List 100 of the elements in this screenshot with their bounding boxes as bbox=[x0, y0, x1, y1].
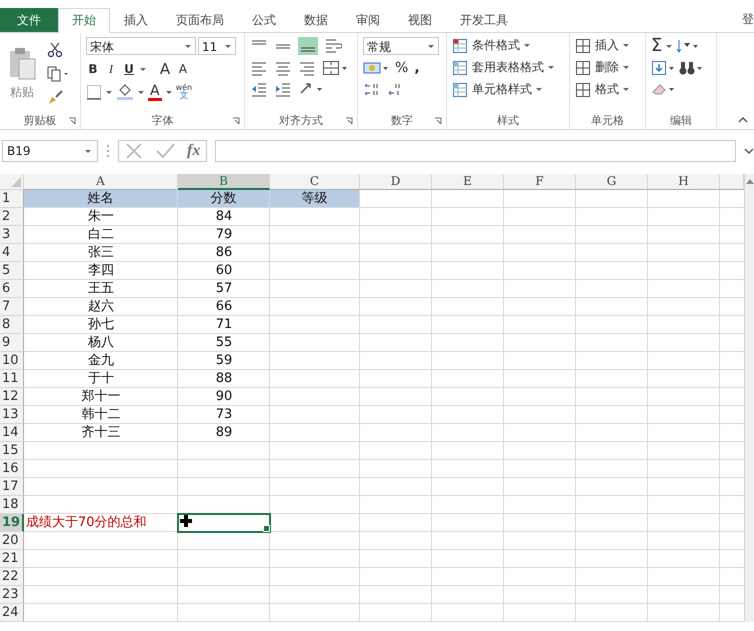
table-cell: 79 bbox=[216, 227, 232, 242]
group-label: 剪贴板 bbox=[24, 112, 56, 128]
formula-input[interactable] bbox=[215, 140, 736, 162]
ribbon-command[interactable]: 条件格式 bbox=[472, 37, 520, 54]
scroll-up-icon[interactable] bbox=[746, 178, 754, 184]
currency-icon[interactable] bbox=[363, 60, 389, 76]
row-header[interactable]: 7 bbox=[0, 298, 24, 316]
row-header[interactable]: 19 bbox=[0, 514, 24, 532]
ribbon-command[interactable]: 格式 bbox=[595, 81, 619, 98]
row-header[interactable]: 23 bbox=[0, 586, 24, 604]
ribbon-command[interactable]: 插入 bbox=[595, 37, 619, 54]
dialog-launcher-icon[interactable] bbox=[345, 117, 353, 125]
checkmark-icon[interactable] bbox=[155, 142, 175, 160]
table-cell: 84 bbox=[216, 209, 232, 224]
row-header[interactable]: 13 bbox=[0, 406, 24, 424]
decrease-font-button[interactable]: A bbox=[176, 62, 190, 76]
font-color-button[interactable]: A bbox=[148, 84, 162, 100]
percent-button[interactable]: % bbox=[395, 60, 408, 76]
font-name-dropdown[interactable]: 宋体 bbox=[86, 37, 196, 55]
row-header[interactable]: 24 bbox=[0, 604, 24, 622]
column-header[interactable]: F bbox=[504, 174, 576, 190]
ribbon-tab[interactable]: 视图 bbox=[394, 8, 446, 32]
group-label: 单元格 bbox=[591, 112, 624, 128]
selected-cell[interactable] bbox=[178, 514, 270, 532]
collapse-ribbon-icon[interactable] bbox=[738, 116, 748, 124]
ribbon-tab[interactable]: 插入 bbox=[110, 8, 162, 32]
row-header[interactable]: 1 bbox=[0, 190, 24, 208]
ribbon-tab[interactable]: 页面布局 bbox=[162, 8, 238, 32]
bold-button[interactable]: B bbox=[86, 62, 100, 76]
row-header[interactable]: 14 bbox=[0, 424, 24, 442]
row-header[interactable]: 9 bbox=[0, 334, 24, 352]
italic-button[interactable]: I bbox=[104, 62, 118, 76]
row-header[interactable]: 17 bbox=[0, 478, 24, 496]
scissors-icon[interactable] bbox=[47, 42, 63, 58]
table-cell: 姓名 bbox=[88, 191, 114, 206]
ribbon-tab[interactable]: 开发工具 bbox=[446, 8, 522, 32]
sign-in-link[interactable]: 登 bbox=[742, 8, 754, 32]
column-header[interactable]: A bbox=[24, 174, 178, 190]
ribbon-tab[interactable]: 审阅 bbox=[342, 8, 394, 32]
row-header[interactable]: 10 bbox=[0, 352, 24, 370]
row-header[interactable]: 21 bbox=[0, 550, 24, 568]
row-header[interactable]: 12 bbox=[0, 388, 24, 406]
autosum-button[interactable]: Σ bbox=[651, 37, 662, 55]
row-header[interactable]: 5 bbox=[0, 262, 24, 280]
column-header[interactable]: C bbox=[270, 174, 360, 190]
binoculars-icon[interactable] bbox=[679, 60, 703, 76]
table-style-icon bbox=[452, 82, 468, 98]
column-header[interactable]: D bbox=[360, 174, 432, 190]
table-cell: 王五 bbox=[88, 281, 114, 296]
ribbon-tab[interactable]: 公式 bbox=[238, 8, 290, 32]
expand-chevron-icon[interactable] bbox=[744, 147, 754, 155]
borders-icon[interactable] bbox=[86, 84, 102, 100]
comma-button[interactable]: , bbox=[414, 60, 420, 76]
ribbon-command[interactable]: 单元格样式 bbox=[472, 81, 532, 98]
row-header[interactable]: 6 bbox=[0, 280, 24, 298]
fill-down-icon[interactable] bbox=[651, 60, 675, 76]
row-header[interactable]: 8 bbox=[0, 316, 24, 334]
dialog-launcher-icon[interactable] bbox=[434, 117, 442, 125]
sort-filter-icon[interactable] bbox=[676, 38, 698, 54]
merge-cells-icon[interactable] bbox=[322, 60, 348, 76]
ribbon-command[interactable]: 套用表格格式 bbox=[472, 59, 544, 76]
row-header[interactable]: 22 bbox=[0, 568, 24, 586]
brush-icon[interactable] bbox=[47, 90, 63, 106]
column-header[interactable]: E bbox=[432, 174, 504, 190]
table-cell: 金九 bbox=[88, 353, 114, 368]
column-header[interactable]: G bbox=[576, 174, 648, 190]
number-format-dropdown[interactable]: 常规 bbox=[363, 37, 439, 55]
row-header[interactable]: 4 bbox=[0, 244, 24, 262]
ribbon-command[interactable]: 删除 bbox=[595, 59, 619, 76]
increase-indent-icon[interactable] bbox=[274, 81, 292, 97]
dialog-launcher-icon[interactable] bbox=[232, 117, 240, 125]
row-header[interactable]: 18 bbox=[0, 496, 24, 514]
row-header[interactable]: 15 bbox=[0, 442, 24, 460]
name-box[interactable]: B19 bbox=[2, 140, 98, 162]
underline-button[interactable]: U bbox=[122, 62, 136, 76]
ribbon-tab[interactable]: 文件 bbox=[0, 8, 58, 32]
dialog-launcher-icon[interactable] bbox=[68, 117, 76, 125]
row-header[interactable]: 2 bbox=[0, 208, 24, 226]
align-bottom-icon[interactable] bbox=[298, 37, 318, 55]
font-size-dropdown[interactable]: 11 bbox=[198, 37, 236, 55]
decrease-indent-icon[interactable] bbox=[250, 81, 268, 97]
align-right-icon[interactable] bbox=[298, 60, 316, 76]
insert-function-button[interactable]: fx bbox=[187, 142, 200, 160]
fill-color-icon[interactable] bbox=[116, 84, 134, 100]
wrap-text-icon[interactable] bbox=[324, 38, 342, 54]
column-header[interactable]: B bbox=[178, 174, 270, 190]
column-header[interactable]: H bbox=[648, 174, 720, 190]
row-header[interactable]: 11 bbox=[0, 370, 24, 388]
row-header[interactable]: 16 bbox=[0, 460, 24, 478]
phonetic-guide-button[interactable]: wén 文 bbox=[176, 83, 192, 101]
ribbon-tab[interactable]: 数据 bbox=[290, 8, 342, 32]
copy-icon[interactable] bbox=[47, 66, 69, 82]
row-header[interactable]: 3 bbox=[0, 226, 24, 244]
ribbon-tab[interactable]: 开始 bbox=[58, 8, 110, 33]
align-center-icon[interactable] bbox=[274, 60, 292, 76]
paste-button[interactable]: 粘贴 bbox=[5, 47, 39, 101]
increase-font-button[interactable]: A bbox=[158, 60, 172, 78]
table-cell: 分数 bbox=[210, 191, 236, 206]
row-header[interactable]: 20 bbox=[0, 532, 24, 550]
align-left-icon[interactable] bbox=[250, 60, 268, 76]
